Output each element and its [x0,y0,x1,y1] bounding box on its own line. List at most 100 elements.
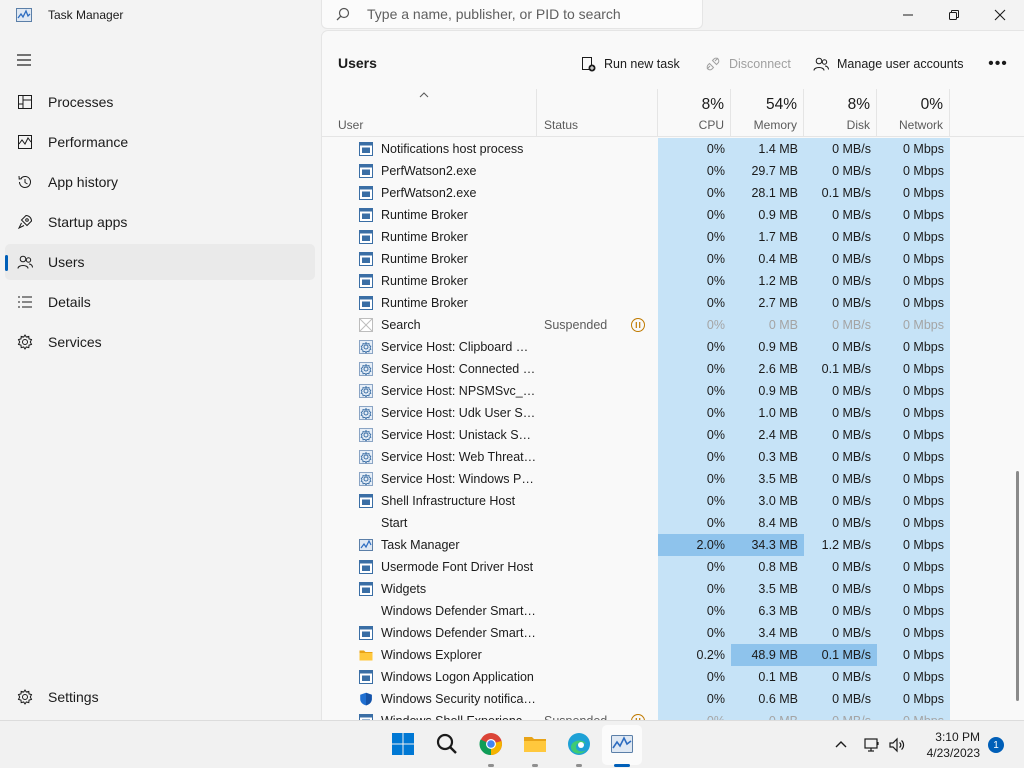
start-button[interactable] [390,731,416,757]
table-row[interactable]: Usermode Font Driver Host 0% 0.8 MB 0 MB/s 0… [322,556,1024,578]
table-row[interactable]: Windows Security notificat... 0% 0.6 MB 0 M… [322,688,1024,710]
mem-cell: 1.4 MB [731,138,804,160]
running-indicator [488,764,494,767]
table-row[interactable]: Runtime Broker 0% 0.9 MB 0 MB/s 0 Mbps [322,204,1024,226]
mem-cell: 3.4 MB [731,622,804,644]
mem-cell: 8.4 MB [731,512,804,534]
table-row[interactable]: Widgets 0% 3.5 MB 0 MB/s 0 Mbps [322,578,1024,600]
table-row[interactable]: Service Host: NPSMSvc_34... 0% 0.9 MB 0 MB/… [322,380,1024,402]
search-box[interactable] [321,0,703,29]
taskbar-chrome[interactable] [478,731,504,757]
process-name-cell: Windows Defender SmartS... [359,600,537,622]
table-row[interactable]: PerfWatson2.exe 0% 29.7 MB 0 MB/s 0 Mbps [322,160,1024,182]
process-name: Notifications host process [381,142,524,156]
running-indicator-active [614,764,630,767]
table-row[interactable]: Service Host: Unistack Serv... 0% 2.4 MB 0 … [322,424,1024,446]
volume-icon[interactable] [888,736,906,754]
disk-cell: 0 MB/s [804,622,877,644]
table-row[interactable]: Runtime Broker 0% 1.7 MB 0 MB/s 0 Mbps [322,226,1024,248]
column-cpu[interactable]: 8% CPU [658,89,731,137]
table-row[interactable]: Start 0% 8.4 MB 0 MB/s 0 Mbps [322,512,1024,534]
column-user-label: User [338,118,364,132]
column-status[interactable]: Status [537,89,658,137]
restore-button[interactable] [931,0,977,30]
table-row[interactable]: Windows Explorer 0.2% 48.9 MB 0.1 MB/s 0 Mbp… [322,644,1024,666]
table-row[interactable]: Windows Shell Experience ...Suspended0%0… [322,710,1024,720]
table-row[interactable]: Runtime Broker 0% 2.7 MB 0 MB/s 0 Mbps [322,292,1024,314]
table-row[interactable]: Windows Defender SmartS... 0% 6.3 MB 0 MB/s… [322,600,1024,622]
hamburger-menu-icon[interactable] [14,50,34,70]
column-network[interactable]: 0% Network [877,89,950,137]
taskbar-file-explorer[interactable] [522,731,548,757]
clock[interactable]: 3:10 PM 4/23/2023 [910,729,980,761]
gear-icon [359,450,373,464]
notification-badge[interactable]: 1 [988,737,1004,753]
search-icon [336,7,350,21]
app-window-icon [359,142,373,156]
process-name-cell: Runtime Broker [359,204,537,226]
disk-cell: 0 MB/s [804,314,877,336]
taskbar-edge[interactable] [566,731,592,757]
sidebar-item-app-history[interactable]: App history [5,164,315,200]
sidebar-item-performance[interactable]: Performance [5,124,315,160]
process-name: Windows Defender SmartS... [381,626,537,640]
sidebar-item-details[interactable]: Details [5,284,315,320]
net-cell: 0 Mbps [877,380,950,402]
search-input[interactable] [367,4,687,24]
disconnect-icon [706,57,720,71]
edge-icon [568,733,590,755]
table-row[interactable]: Windows Logon Application 0% 0.1 MB 0 MB/s 0… [322,666,1024,688]
table-row[interactable]: Shell Infrastructure Host 0% 3.0 MB 0 MB/s 0… [322,490,1024,512]
chevron-up-icon[interactable] [832,736,850,754]
taskbar-search-button[interactable] [434,731,460,757]
table-row[interactable]: Service Host: Clipboard Us... 0% 0.9 MB 0 M… [322,336,1024,358]
cpu-cell: 0% [658,512,731,534]
table-row[interactable]: Notifications host process 0% 1.4 MB 0 MB/s… [322,138,1024,160]
net-cell: 0 Mbps [877,314,950,336]
disk-cell: 0 MB/s [804,270,877,292]
net-cell: 0 Mbps [877,534,950,556]
sort-ascending-icon [419,92,429,98]
sidebar-item-services[interactable]: Services [5,324,315,360]
table-row[interactable]: Search Suspended 0% 0 MB 0 MB/s 0 Mbps [322,314,1024,336]
table-row[interactable]: Service Host: Udk User Ser... 0% 1.0 MB 0 M… [322,402,1024,424]
column-user[interactable]: User [322,89,537,137]
sidebar-item-startup-apps[interactable]: Startup apps [5,204,315,240]
process-name-cell: Service Host: NPSMSvc_34... [359,380,537,402]
shield-icon [360,692,372,706]
table-row[interactable]: PerfWatson2.exe 0% 28.1 MB 0.1 MB/s 0 Mbps [322,182,1024,204]
more-options-button[interactable]: ••• [986,53,1010,75]
manage-user-accounts-label: Manage user accounts [837,57,964,71]
process-name: PerfWatson2.exe [381,164,477,178]
users-icon [813,57,829,71]
net-cell: 0 Mbps [877,248,950,270]
disk-cell: 0 MB/s [804,424,877,446]
table-row[interactable]: Service Host: Web Threat ... 0% 0.3 MB 0 MB… [322,446,1024,468]
details-icon [18,296,32,308]
table-row[interactable]: Task Manager 2.0% 34.3 MB 1.2 MB/s 0 Mbps [322,534,1024,556]
column-memory[interactable]: 54% Memory [731,89,804,137]
table-row[interactable]: Runtime Broker 0% 0.4 MB 0 MB/s 0 Mbps [322,248,1024,270]
column-network-label: Network [898,118,943,132]
sidebar-item-users[interactable]: Users [5,244,315,280]
disconnect-button[interactable]: Disconnect [705,53,791,75]
close-button[interactable] [977,0,1023,30]
mem-cell: 6.3 MB [731,600,804,622]
run-new-task-button[interactable]: Run new task [580,53,680,75]
table-row[interactable]: Windows Defender SmartS... 0% 3.4 MB 0 MB/s… [322,622,1024,644]
cpu-cell: 0% [658,424,731,446]
table-row[interactable]: Service Host: Connected D... 0% 2.6 MB 0.1 … [322,358,1024,380]
table-row[interactable]: Service Host: Windows Pu... 0% 3.5 MB 0 MB/… [322,468,1024,490]
minimize-button[interactable] [885,0,931,30]
disk-cell: 0 MB/s [804,138,877,160]
column-disk[interactable]: 8% Disk [804,89,877,137]
sidebar-item-label: Startup apps [48,214,128,230]
taskbar-task-manager[interactable] [609,731,635,757]
table-row[interactable]: Runtime Broker 0% 1.2 MB 0 MB/s 0 Mbps [322,270,1024,292]
vertical-scrollbar[interactable] [1016,471,1019,701]
network-icon[interactable] [863,736,881,754]
run-new-task-icon [582,57,596,72]
sidebar-item-processes[interactable]: Processes [5,84,315,120]
sidebar-item-settings[interactable]: Settings [5,679,315,715]
manage-user-accounts-button[interactable]: Manage user accounts [813,53,963,75]
